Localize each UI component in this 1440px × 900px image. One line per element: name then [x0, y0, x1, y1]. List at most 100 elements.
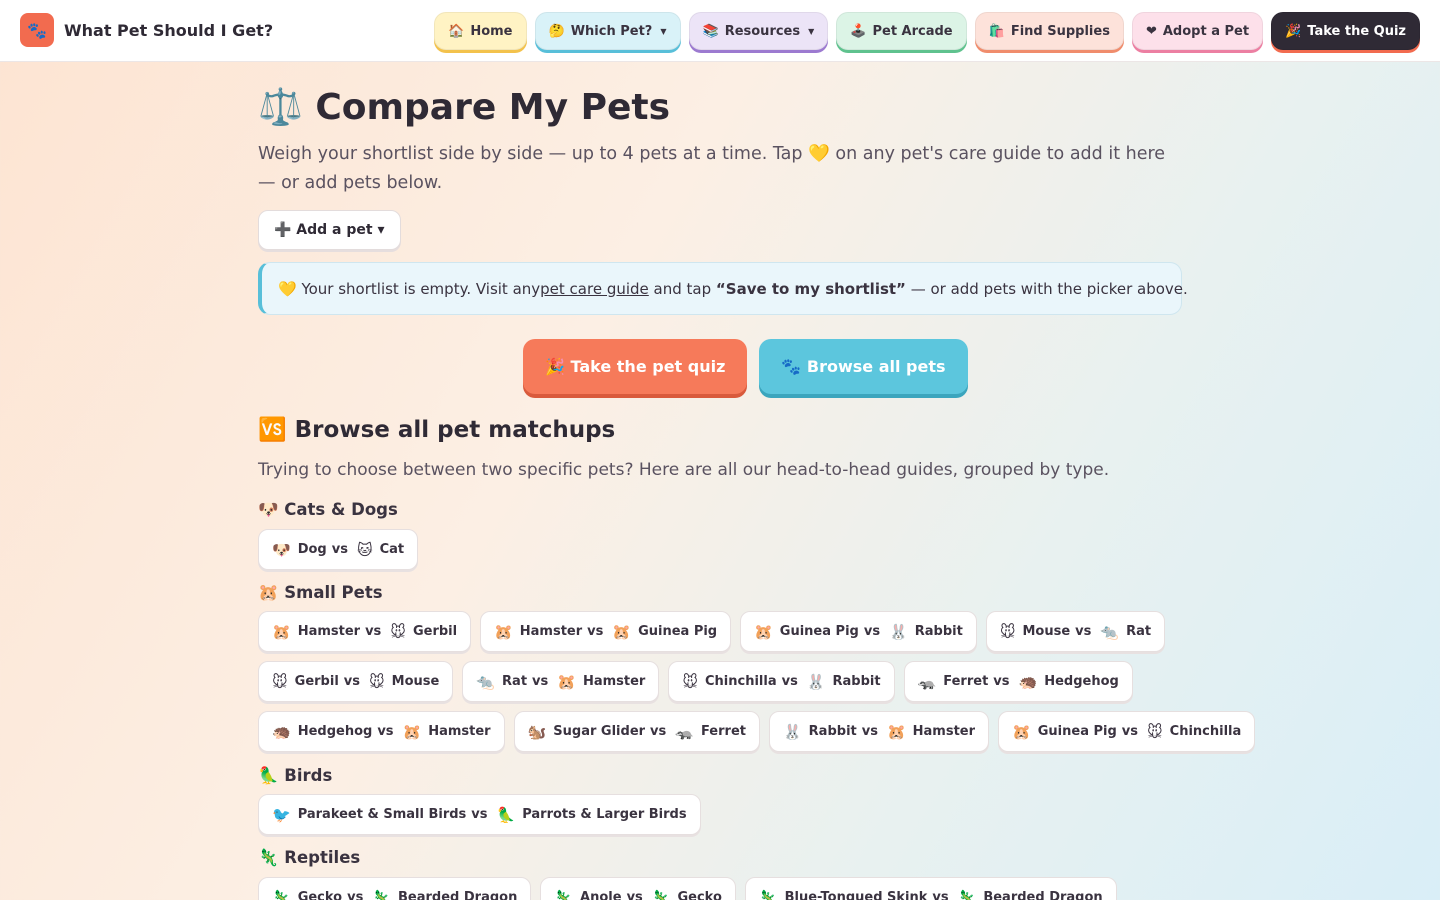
pet-a-name: Hamster [297, 624, 361, 639]
nav-icon: 🤔 [548, 23, 565, 39]
matchup-chip[interactable]: 🦡 Ferret vs 🦔 Hedgehog [903, 661, 1133, 702]
matchup-chip[interactable]: 🦎 Blue-Tongued Skink vs 🦎 Bearded Dragon [744, 877, 1117, 900]
pet-b-icon: 🦡 [675, 722, 694, 741]
pet-care-guide-link[interactable]: pet care guide [540, 280, 649, 298]
matchup-chip[interactable]: 🐭 Chinchilla vs 🐰 Rabbit [668, 661, 895, 702]
matchup-row: 🐦 Parakeet & Small Birds vs 🦜 Parrots & Larg… [258, 794, 701, 835]
nav-take-the-quiz-button[interactable]: 🎉 Take the Quiz [1271, 12, 1420, 50]
vs-label: vs [861, 724, 878, 739]
chevron-down-icon: ▼ [660, 26, 667, 36]
pet-b-icon: 🐹 [557, 672, 576, 691]
matchup-chip[interactable]: 🐭 Gerbil vs 🐭 Mouse [258, 661, 454, 702]
vs-label: vs [471, 807, 488, 822]
pet-a-icon: 🐭 [272, 672, 288, 691]
vs-label: vs [1121, 724, 1138, 739]
pet-b-icon: 🐹 [886, 722, 906, 741]
matchup-row: 🐭 Gerbil vs 🐭 Mouse 🐀 Rat vs 🐹 Hamster 🐭 Chinchilla… [258, 661, 1133, 702]
pet-a-name: Rabbit [808, 724, 857, 739]
nav-find-supplies-button[interactable]: 🛍️ Find Supplies [974, 12, 1124, 50]
pet-a-icon: 🐹 [1012, 722, 1031, 741]
matchup-chip[interactable]: 🐹 Guinea Pig vs 🐰 Rabbit [740, 611, 977, 652]
matchup-chip[interactable]: 🐹 Hamster vs 🐹 Guinea Pig [480, 611, 732, 652]
pet-b-icon: 🐭 [369, 672, 385, 691]
vs-label: vs [532, 674, 549, 689]
pet-b-name: Guinea Pig [638, 624, 718, 639]
pet-b-name: Hedgehog [1044, 674, 1119, 689]
brand[interactable]: 🐾 What Pet Should I Get? [20, 13, 273, 47]
pet-b-name: Ferret [700, 724, 746, 739]
pet-a-icon: 🦔 [272, 722, 291, 741]
group-title: 🦜 Birds [258, 766, 333, 785]
vs-label: vs [650, 724, 667, 739]
cta-row: 🎉 Take the pet quiz 🐾 Browse all pets [523, 339, 968, 394]
pet-a-name: Hamster [519, 624, 583, 639]
matchup-chip[interactable]: 🐦 Parakeet & Small Birds vs 🦜 Parrots & Larg… [258, 794, 701, 835]
nav-pet-arcade-button[interactable]: 🕹️ Pet Arcade [836, 12, 967, 50]
nav-label: Find Supplies [1010, 23, 1110, 39]
pet-a-name: Ferret [943, 674, 989, 689]
notice-bold: “Save to my shortlist” [715, 279, 906, 298]
pet-a-icon: 🦡 [917, 672, 937, 691]
pet-b-icon: 🦔 [1018, 672, 1038, 691]
nav-label: Adopt a Pet [1162, 23, 1250, 39]
pet-b-icon: 🐀 [1100, 622, 1120, 641]
pet-b-name: Rat [1126, 624, 1152, 639]
matchup-chip[interactable]: 🦎 Anole vs 🦎 Gecko [540, 877, 736, 900]
page-title: ⚖️ Compare My Pets [258, 87, 671, 128]
nav-which-pet-button[interactable]: 🤔 Which Pet? ▼ [534, 12, 681, 50]
matchup-chip[interactable]: 🦎 Gecko vs 🦎 Bearded Dragon [258, 877, 532, 900]
pet-a-icon: 🐹 [754, 622, 773, 641]
take-pet-quiz-button[interactable]: 🎉 Take the pet quiz [523, 339, 748, 394]
pet-a-name: Blue-Tongued Skink [784, 890, 928, 900]
nav-icon: 🕹️ [850, 23, 867, 39]
pet-b-icon: 🦎 [957, 888, 977, 900]
matchup-row: 🦔 Hedgehog vs 🐹 Hamster 🐿️ Sugar Glider vs 🦡 Ferr… [258, 711, 1256, 752]
vs-label: vs [781, 674, 798, 689]
empty-shortlist-notice: 💛 Your shortlist is empty. Visit any pet… [258, 262, 1188, 315]
browse-all-pets-button[interactable]: 🐾 Browse all pets [759, 339, 968, 394]
matchup-chip[interactable]: 🐀 Rat vs 🐹 Hamster [462, 661, 660, 702]
group-title: 🐶 Cats & Dogs [258, 500, 398, 519]
vs-label: vs [863, 624, 881, 639]
pet-a-name: Rat [502, 674, 528, 689]
matchup-chip[interactable]: 🐭 Mouse vs 🐀 Rat [985, 611, 1166, 652]
pet-b-icon: 🐰 [806, 672, 826, 691]
pet-b-name: Bearded Dragon [983, 890, 1103, 900]
nav-resources-button[interactable]: 📚 Resources ▼ [688, 12, 829, 50]
nav-label: Take the Quiz [1307, 23, 1406, 39]
nav-label: Home [470, 23, 513, 39]
pet-b-name: Hamster [428, 724, 491, 739]
matchup-chip[interactable]: 🐰 Rabbit vs 🐹 Hamster [768, 711, 990, 752]
vs-label: vs [343, 674, 360, 689]
nav-icon: 🛍️ [988, 23, 1005, 39]
vs-label: vs [1075, 624, 1092, 639]
pet-a-icon: 🐹 [272, 622, 291, 641]
matchup-row: 🐹 Hamster vs 🐭 Gerbil 🐹 Hamster vs 🐹 Guinea Pig 🐹 G… [258, 611, 1166, 652]
vs-label: vs [932, 890, 949, 900]
nav-label: Pet Arcade [872, 23, 953, 39]
matchup-chip[interactable]: 🐹 Guinea Pig vs 🐭 Chinchilla [998, 711, 1256, 752]
pet-a-icon: 🐦 [272, 805, 291, 824]
matchup-row: 🦎 Gecko vs 🦎 Bearded Dragon 🦎 Anole vs 🦎 Gecko 🦎 Bl… [258, 877, 1117, 900]
pet-a-name: Gerbil [294, 674, 339, 689]
pet-b-icon: 🐭 [1147, 722, 1163, 741]
notice-suffix: — or add pets with the picker above. [905, 279, 1188, 298]
pet-a-icon: 🐹 [494, 622, 513, 641]
add-pet-dropdown[interactable]: ➕ Add a pet ▾ [258, 210, 401, 250]
pet-a-name: Chinchilla [704, 674, 777, 689]
nav-adopt-a-pet-button[interactable]: ❤ Adopt a Pet [1131, 12, 1264, 50]
pet-a-icon: 🦎 [272, 888, 291, 900]
vs-label: vs [331, 542, 348, 557]
pet-a-name: Dog [297, 542, 327, 557]
nav-home-button[interactable]: 🏠 Home [434, 12, 527, 50]
pet-b-icon: 🐹 [612, 622, 632, 641]
pet-b-name: Chinchilla [1169, 724, 1242, 739]
matchup-row: 🐶 Dog vs 🐱 Cat [258, 529, 419, 570]
pet-a-icon: 🐰 [782, 722, 802, 741]
matchup-chip[interactable]: 🐹 Hamster vs 🐭 Gerbil [258, 611, 472, 652]
matchup-chip[interactable]: 🐿️ Sugar Glider vs 🦡 Ferret [513, 711, 760, 752]
matchup-chip[interactable]: 🐶 Dog vs 🐱 Cat [258, 529, 419, 570]
pet-b-icon: 🐹 [402, 722, 422, 741]
matchup-chip[interactable]: 🦔 Hedgehog vs 🐹 Hamster [258, 711, 505, 752]
pet-b-name: Gecko [677, 890, 722, 900]
